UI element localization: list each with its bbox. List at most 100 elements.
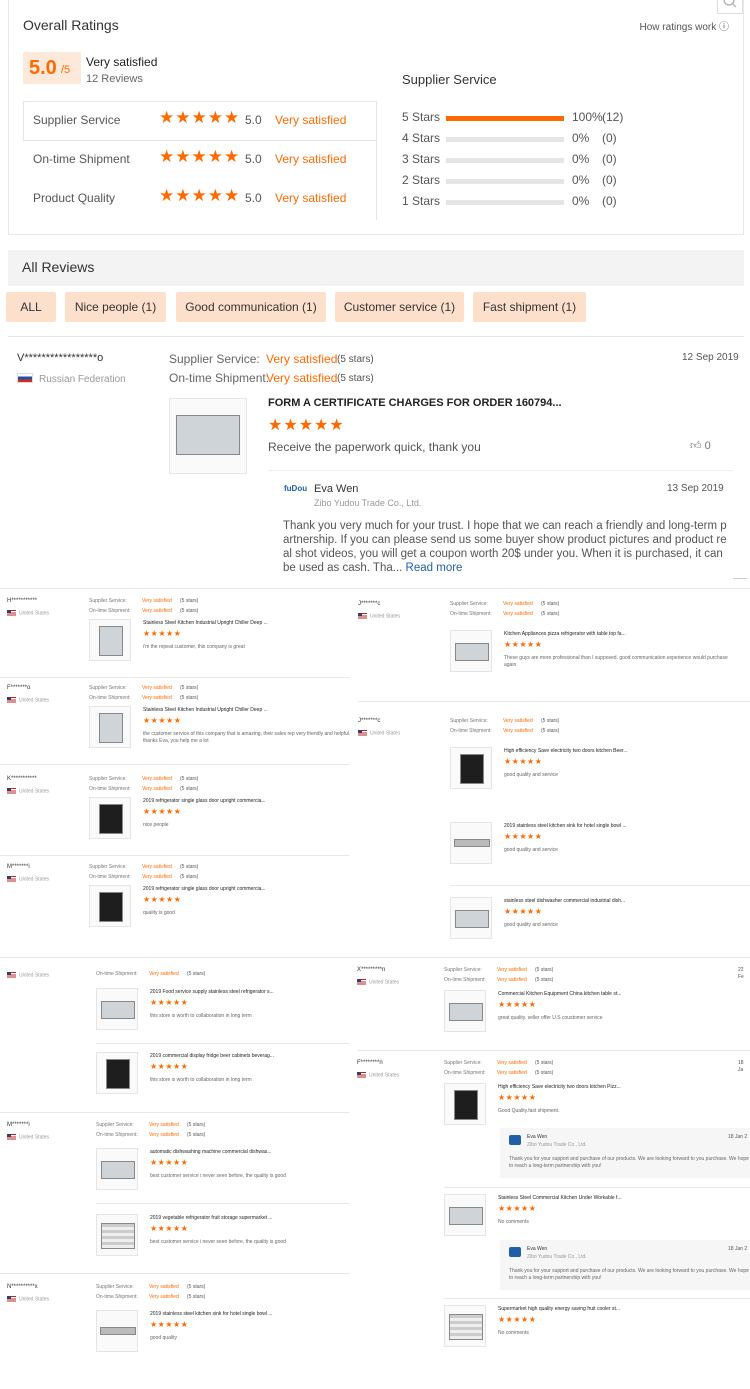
shipment-label: On-time Shipment: — [450, 728, 492, 734]
filter-tag[interactable]: Customer service (1) — [335, 292, 464, 322]
product-thumbnail[interactable] — [444, 1194, 486, 1236]
product-title[interactable]: 2019 refrigerator single glass door upri… — [143, 886, 266, 893]
product-title[interactable]: 2019 commercial display fridge beer cabi… — [150, 1053, 274, 1060]
product-title[interactable]: 2019 stainless steel kitchen sink for ho… — [150, 1311, 273, 1318]
product-title[interactable]: Commercial Kitchen Equipment China kitch… — [498, 991, 621, 998]
star-percent: 0% — [572, 194, 590, 208]
shipment-rating: Very satisfied — [142, 608, 172, 614]
review-text: best customer service i never seen befor… — [150, 1173, 286, 1179]
reply-text: Thank you for your support and purchase … — [509, 1156, 749, 1169]
reviewer-country: United States — [357, 1072, 399, 1079]
product-thumbnail[interactable] — [169, 398, 247, 474]
product-thumbnail[interactable] — [444, 990, 486, 1032]
rating-category: Supplier Service ★★★★★ 5.0 Very satisfied — [23, 101, 377, 141]
filter-tag[interactable]: Fast shipment (1) — [473, 292, 586, 322]
product-thumbnail[interactable] — [444, 1083, 486, 1125]
shipment-label: On-time Shipment: — [450, 611, 492, 617]
product-thumbnail[interactable] — [96, 1310, 138, 1352]
category-text: Very satisfied — [275, 113, 347, 127]
product-rating-stars: ★★★★★ — [268, 417, 345, 434]
product-image — [449, 1003, 483, 1021]
product-title[interactable]: Stainless Steel Commercial Kitchen Under… — [498, 1195, 622, 1202]
product-rating-stars: ★★★★★ — [143, 629, 182, 638]
filter-tag[interactable]: Nice people (1) — [65, 292, 166, 322]
shipment-stars: (5 stars) — [541, 611, 560, 617]
product-title[interactable]: 2019 vegetable refrigerator fruit storag… — [150, 1215, 273, 1222]
product-title[interactable]: High efficiency Save electricity two doo… — [504, 748, 628, 755]
star-breakdown-row: 2 Stars 0% (0) — [402, 170, 652, 191]
product-thumbnail[interactable] — [450, 747, 492, 789]
shipment-rating: Very satisfied — [149, 1132, 179, 1138]
product-title[interactable]: Stainless Steel Kitchen Industrial Uprig… — [143, 620, 268, 627]
product-rating-stars: ★★★★★ — [150, 1224, 189, 1233]
shipment-rating: Very satisfied — [149, 971, 179, 977]
supplier-service-label: Supplier Service: — [450, 601, 488, 607]
star-percent: 0% — [572, 131, 590, 145]
how-ratings-work-link[interactable]: How ratings work ⓘ — [640, 18, 729, 33]
product-thumbnail[interactable] — [96, 988, 138, 1030]
reviewer-name: M*******i — [7, 1122, 30, 1128]
rating-category: Product Quality ★★★★★ 5.0 Very satisfied — [23, 179, 377, 219]
supplier-service-label: Supplier Service: — [444, 967, 482, 973]
like-button[interactable]: 👍︎ 0 — [690, 439, 711, 452]
star-label: 4 Stars — [402, 131, 441, 145]
product-thumbnail[interactable] — [89, 619, 131, 661]
category-label: Product Quality — [33, 191, 116, 205]
product-title[interactable]: 2019 Food service supply stainless steel… — [150, 989, 274, 996]
search-icon[interactable] — [717, 0, 743, 14]
product-thumbnail[interactable] — [96, 1052, 138, 1094]
supplier-service-label: Supplier Service: — [169, 352, 260, 366]
product-title[interactable]: 2019 refrigerator single glass door upri… — [143, 798, 266, 805]
divider — [0, 957, 750, 958]
product-title[interactable]: High efficiency Save electricity two doo… — [498, 1084, 621, 1091]
product-image — [99, 713, 123, 743]
product-thumbnail[interactable] — [450, 822, 492, 864]
product-thumbnail[interactable] — [450, 630, 492, 672]
product-thumbnail[interactable] — [96, 1148, 138, 1190]
supplier-service-label: Supplier Service: — [89, 685, 127, 691]
product-title[interactable]: stainless steel dishwasher commercial in… — [504, 898, 625, 905]
star-percent: 0% — [572, 152, 590, 166]
product-thumbnail[interactable] — [89, 706, 131, 748]
product-title[interactable]: Kitchen Appliances pizza refrigerator wi… — [504, 631, 626, 638]
divider — [450, 885, 750, 886]
product-title[interactable]: 2019 stainless steel kitchen sink for ho… — [504, 823, 627, 830]
reviewer-name: F*******o — [7, 685, 31, 691]
divider — [733, 578, 747, 579]
filter-tag[interactable]: ALL — [6, 292, 56, 322]
product-title[interactable]: Stainless Steel Kitchen Industrial Uprig… — [143, 707, 268, 714]
product-thumbnail[interactable] — [96, 1214, 138, 1256]
supplier-service-stars: (5 stars) — [541, 601, 560, 607]
overall-ratings-title: Overall Ratings — [23, 17, 119, 33]
supplier-service-label: Supplier Service: — [89, 598, 127, 604]
product-title[interactable]: automatic dishwashing machine commercial… — [150, 1149, 271, 1156]
divider — [0, 1112, 350, 1113]
divider — [357, 1050, 750, 1051]
category-stars: ★★★★★ — [159, 147, 241, 166]
product-title[interactable]: FORM A CERTIFICATE CHARGES FOR ORDER 160… — [268, 397, 562, 409]
review-text: good quality — [150, 1335, 177, 1341]
star-breakdown-row: 5 Stars 100% (12) — [402, 107, 652, 128]
reply-author: Eva Wen — [527, 1246, 548, 1252]
shipment-label: On-time Shipment: — [89, 786, 131, 792]
product-thumbnail[interactable] — [89, 885, 131, 927]
product-image — [455, 643, 489, 661]
read-more-link[interactable]: Read more — [406, 562, 463, 574]
product-thumbnail[interactable] — [444, 1305, 486, 1347]
supplier-service-rating: Very satisfied — [266, 352, 338, 366]
divider — [0, 588, 750, 589]
review-text: best customer service i never seen befor… — [150, 1239, 286, 1245]
reviewer-name: K*********** — [7, 776, 37, 782]
review-text: good quality and service — [504, 922, 558, 928]
review-text: this store is worth to collaboration in … — [150, 1013, 252, 1019]
product-rating-stars: ★★★★★ — [498, 1093, 537, 1102]
filter-tag[interactable]: Good communication (1) — [176, 292, 326, 322]
product-title[interactable]: Supermarket high quality energy saving f… — [498, 1306, 620, 1313]
category-text: Very satisfied — [275, 152, 347, 166]
star-label: 5 Stars — [402, 110, 441, 124]
product-thumbnail[interactable] — [89, 797, 131, 839]
shipment-label: On-time Shipment: — [96, 971, 138, 977]
shipment-stars: (5 stars) — [180, 695, 199, 701]
reply-date: 13 Sep 2019 — [667, 483, 724, 494]
product-thumbnail[interactable] — [450, 897, 492, 939]
